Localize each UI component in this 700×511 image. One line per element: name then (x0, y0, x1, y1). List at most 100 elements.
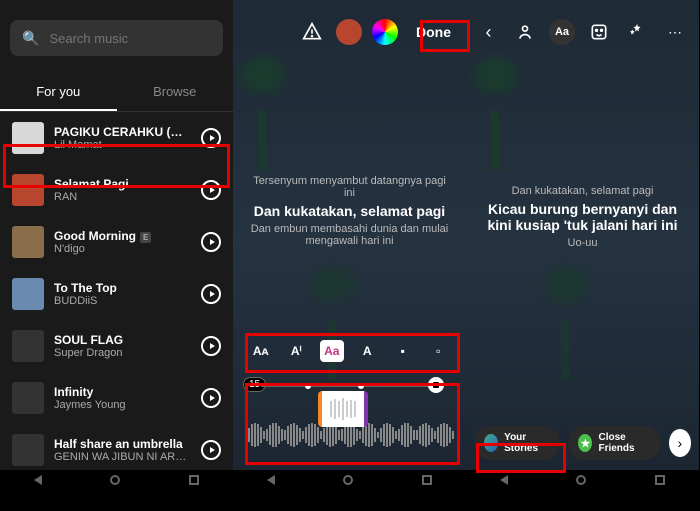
song-title: SOUL FLAG (54, 333, 191, 347)
stop-marker-icon[interactable] (428, 377, 444, 393)
nav-home-icon[interactable] (576, 475, 586, 485)
text-tool-icon[interactable]: Aa (549, 19, 575, 45)
song-info: Selamat Pagi RAN (54, 177, 191, 203)
your-stories-button[interactable]: Your Stories (474, 426, 560, 460)
song-info: Half share an umbrella GENIN WA JIBUN NI… (54, 437, 191, 463)
color-picker-icon[interactable] (372, 19, 398, 45)
close-friends-icon: ★ (578, 434, 592, 452)
time-track[interactable] (261, 385, 438, 387)
top-bar: ‹ Aa ⋯ (466, 18, 699, 46)
song-info: Infinity Jaymes Young (54, 385, 191, 411)
lyrics-display: Tersenyum menyambut datangnya pagi ini D… (233, 175, 466, 251)
search-bar[interactable]: 🔍 (10, 20, 223, 56)
style-option[interactable]: ▫ (426, 340, 450, 362)
song-title: PAGIKU CERAHKU (REMIX) (54, 125, 191, 139)
song-info: To The Top BUDDiiS (54, 281, 191, 307)
search-icon: 🔍 (22, 30, 39, 47)
lyric-line: Dan embun membasahi dunia dan mulai meng… (248, 223, 451, 247)
next-button[interactable]: › (669, 429, 691, 457)
back-button[interactable]: ‹ (476, 19, 501, 45)
style-option[interactable]: Aᴀ (249, 340, 273, 362)
nav-recent-icon[interactable] (655, 475, 665, 485)
song-info: PAGIKU CERAHKU (REMIX) Lil Mamat (54, 125, 191, 151)
style-option[interactable]: Aⁱ (284, 340, 308, 362)
song-item[interactable]: Half share an umbrella GENIN WA JIBUN NI… (0, 424, 233, 476)
play-icon[interactable] (201, 388, 221, 408)
song-item[interactable]: To The Top BUDDiiS (0, 268, 233, 320)
android-nav (233, 470, 466, 490)
style-option[interactable]: ▪ (391, 340, 415, 362)
song-artist: GENIN WA JIBUN NI ARU (GENJI... (54, 451, 191, 463)
play-icon[interactable] (201, 284, 221, 304)
song-item[interactable]: Selamat Pagi RAN (0, 164, 233, 216)
effects-icon[interactable] (623, 18, 651, 46)
sticker-icon[interactable] (585, 18, 613, 46)
song-list: PAGIKU CERAHKU (REMIX) Lil Mamat Selamat… (0, 112, 233, 490)
play-icon[interactable] (201, 180, 221, 200)
tabs: For you Browse (0, 74, 233, 112)
nav-back-icon[interactable] (500, 475, 508, 485)
search-input[interactable] (49, 31, 211, 46)
song-title: Half share an umbrella (54, 437, 191, 451)
song-item[interactable]: Good MorningE N'digo (0, 216, 233, 268)
mention-icon[interactable] (511, 18, 539, 46)
music-search-panel: 🔍 For you Browse PAGIKU CERAHKU (REMIX) … (0, 0, 233, 490)
style-option[interactable]: Aa (320, 340, 344, 362)
nav-back-icon[interactable] (267, 475, 275, 485)
play-icon[interactable] (201, 232, 221, 252)
tab-for-you[interactable]: For you (0, 74, 117, 111)
nav-back-icon[interactable] (34, 475, 42, 485)
close-friends-label: Close Friends (598, 432, 650, 454)
nav-home-icon[interactable] (343, 475, 353, 485)
song-artist: N'digo (54, 243, 191, 255)
android-nav (0, 470, 233, 490)
song-artist: Super Dragon (54, 347, 191, 359)
song-title: Infinity (54, 385, 191, 399)
style-option[interactable]: A (355, 340, 379, 362)
story-share-panel: ‹ Aa ⋯ Dan kukatakan, selamat pagi Kicau… (466, 0, 699, 490)
song-info: SOUL FLAG Super Dragon (54, 333, 191, 359)
android-nav (466, 470, 699, 490)
play-icon[interactable] (201, 440, 221, 460)
your-stories-label: Your Stories (504, 432, 550, 454)
song-art (12, 278, 44, 310)
song-art (12, 434, 44, 466)
song-art (12, 174, 44, 206)
song-art (12, 122, 44, 154)
share-bar: Your Stories ★ Close Friends › (466, 426, 699, 460)
song-info: Good MorningE N'digo (54, 229, 191, 255)
song-art (12, 226, 44, 258)
nav-recent-icon[interactable] (189, 475, 199, 485)
close-friends-button[interactable]: ★ Close Friends (568, 426, 660, 460)
song-artist: RAN (54, 191, 191, 203)
song-art (12, 330, 44, 362)
song-art (12, 382, 44, 414)
song-artist: BUDDiiS (54, 295, 191, 307)
lyric-line: Dan kukatakan, selamat pagi (481, 185, 684, 197)
song-title: To The Top (54, 281, 191, 295)
song-item[interactable]: SOUL FLAG Super Dragon (0, 320, 233, 372)
style-toolbar: Aᴀ Aⁱ Aa A ▪ ▫ (243, 332, 456, 370)
more-icon[interactable]: ⋯ (661, 18, 689, 46)
play-icon[interactable] (201, 128, 221, 148)
lyric-line: Tersenyum menyambut datangnya pagi ini (248, 175, 451, 199)
nav-home-icon[interactable] (110, 475, 120, 485)
lyrics-display: Dan kukatakan, selamat pagi Kicau burung… (466, 185, 699, 253)
tab-browse[interactable]: Browse (117, 74, 234, 111)
lyric-line-main: Kicau burung bernyanyi dan kini kusiap '… (481, 201, 684, 233)
nav-recent-icon[interactable] (422, 475, 432, 485)
song-title: Good MorningE (54, 229, 191, 243)
top-bar: Done (233, 18, 466, 46)
clip-selector[interactable] (318, 391, 368, 427)
report-icon[interactable] (298, 18, 326, 46)
done-button[interactable]: Done (408, 20, 459, 44)
music-edit-panel: Done Tersenyum menyambut datangnya pagi … (233, 0, 466, 490)
avatar-icon (484, 434, 498, 452)
song-title: Selamat Pagi (54, 177, 191, 191)
play-icon[interactable] (201, 336, 221, 356)
song-artist: Jaymes Young (54, 399, 191, 411)
song-item[interactable]: Infinity Jaymes Young (0, 372, 233, 424)
song-item[interactable]: PAGIKU CERAHKU (REMIX) Lil Mamat (0, 112, 233, 164)
music-timeline[interactable]: 15 (243, 377, 456, 455)
album-art-icon[interactable] (336, 19, 362, 45)
